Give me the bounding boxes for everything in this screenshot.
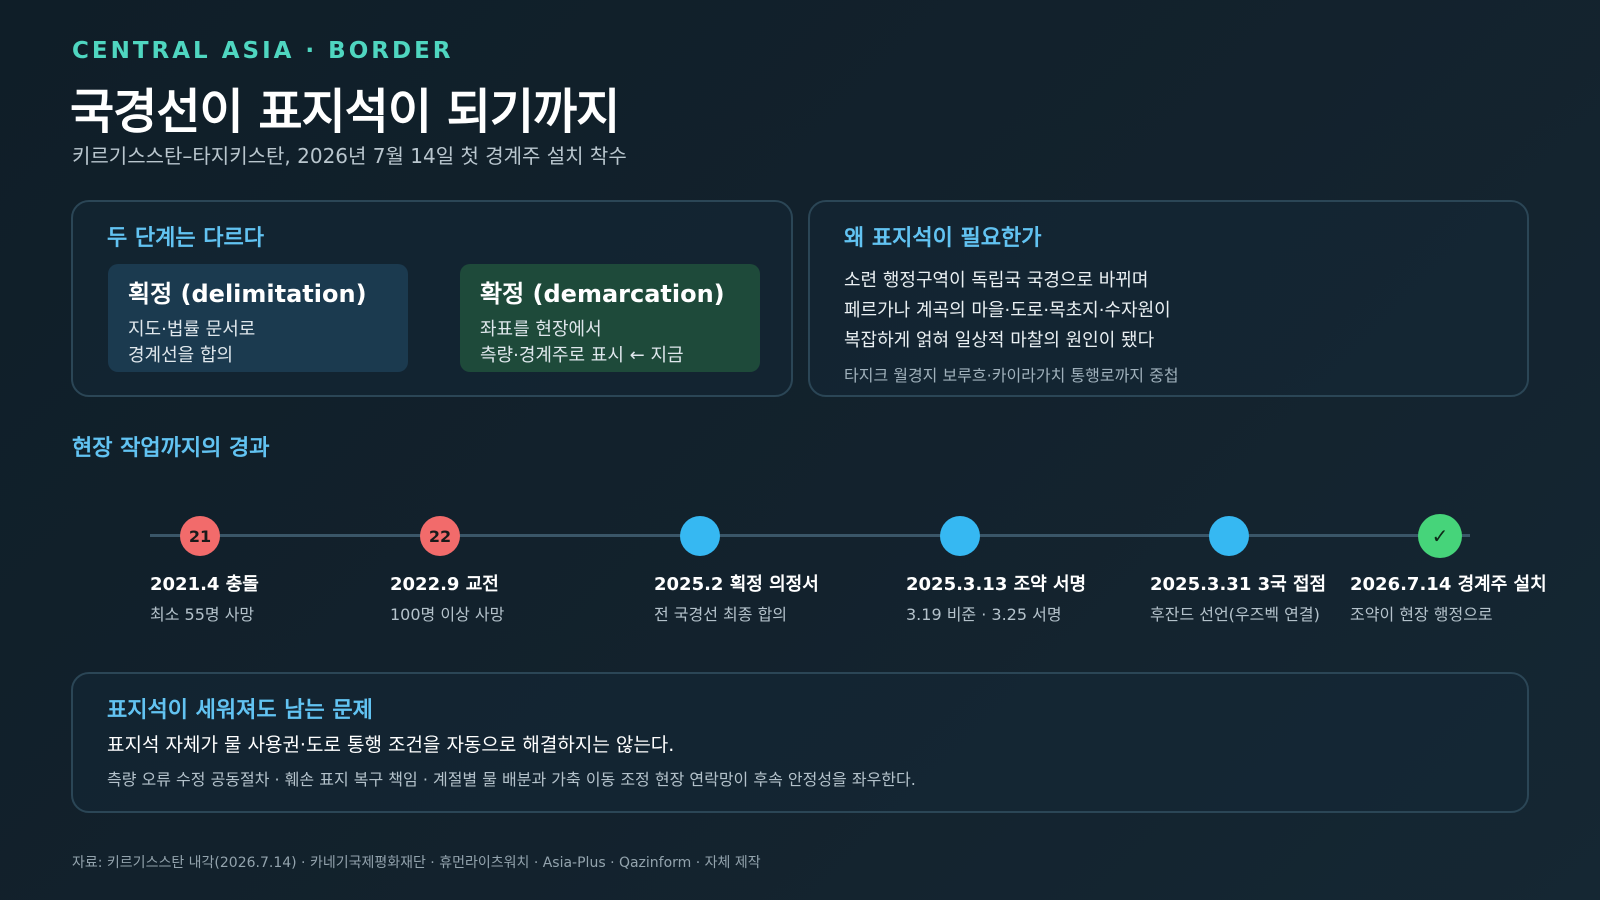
stage-line: 측량·경계주로 표시 ← 지금 (480, 345, 684, 366)
issues-card: 표지석이 세워져도 남는 문제 표지석 자체가 물 사용권·도로 통행 조건을 … (71, 672, 1529, 813)
stage-demarcation: 확정 (demarcation) 좌표를 현장에서 측량·경계주로 표시 ← 지… (460, 264, 760, 372)
stage-line: 좌표를 현장에서 (480, 319, 602, 340)
timeline-marker-2021: 21 (180, 516, 220, 556)
why-heading: 왜 표지석이 필요한가 (844, 226, 1042, 251)
timeline-event-label: 2025.2 획정 의정서 (654, 574, 819, 595)
source-note: 자료: 키르기스스탄 내각(2026.7.14) · 카네기국제평화재단 · 휴… (72, 855, 761, 871)
timeline-marker-2025-3-31 (1209, 516, 1249, 556)
timeline-event-detail: 조약이 현장 행정으로 (1350, 605, 1493, 624)
timeline-event-detail: 100명 이상 사망 (390, 605, 505, 624)
timeline-marker-2025-2 (680, 516, 720, 556)
timeline-marker-2022: 22 (420, 516, 460, 556)
stage-delimitation: 획정 (delimitation) 지도·법률 문서로 경계선을 합의 (108, 264, 408, 372)
timeline-event-detail: 후잔드 선언(우즈벡 연결) (1150, 605, 1320, 624)
timeline-marker-2025-3-13 (940, 516, 980, 556)
why-note: 타지크 월경지 보루흐·카이라가치 통행로까지 중첩 (844, 366, 1179, 385)
timeline-event-label: 2025.3.13 조약 서명 (906, 574, 1087, 595)
issues-main: 표지석 자체가 물 사용권·도로 통행 조건을 자동으로 해결하지는 않는다. (107, 734, 675, 756)
timeline-event-detail: 3.19 비준 · 3.25 서명 (906, 605, 1062, 624)
timeline-event-label: 2025.3.31 3국 접점 (1150, 574, 1327, 595)
why-line: 소련 행정구역이 독립국 국경으로 바뀌며 (844, 270, 1149, 291)
why-line: 페르가나 계곡의 마을·도로·목초지·수자원이 (844, 300, 1171, 321)
timeline-event-label: 2021.4 충돌 (150, 574, 259, 595)
timeline-event-label: 2026.7.14 경계주 설치 (1350, 574, 1547, 595)
check-icon: ✓ (1418, 514, 1462, 558)
why-card: 왜 표지석이 필요한가 소련 행정구역이 독립국 국경으로 바뀌며 페르가나 계… (808, 200, 1529, 397)
stage-line: 경계선을 합의 (128, 345, 234, 366)
issues-note: 측량 오류 수정 공동절차 · 훼손 표지 복구 책임 · 계절별 물 배분과 … (107, 770, 916, 789)
stage-line: 지도·법률 문서로 (128, 319, 256, 340)
why-lines: 소련 행정구역이 독립국 국경으로 바뀌며 페르가나 계곡의 마을·도로·목초지… (844, 266, 1171, 356)
stage-title: 확정 (demarcation) (480, 280, 725, 308)
issues-heading: 표지석이 세워져도 남는 문제 (107, 698, 373, 723)
stages-card: 두 단계는 다르다 획정 (delimitation) 지도·법률 문서로 경계… (71, 200, 793, 397)
stages-heading: 두 단계는 다르다 (107, 226, 264, 251)
timeline-event-detail: 최소 55명 사망 (150, 605, 255, 624)
why-line: 복잡하게 얽혀 일상적 마찰의 원인이 됐다 (844, 330, 1155, 351)
timeline-event-label: 2022.9 교전 (390, 574, 499, 595)
timeline-axis (150, 534, 1470, 537)
stage-title: 획정 (delimitation) (128, 280, 367, 308)
timeline-event-detail: 전 국경선 최종 합의 (654, 605, 788, 624)
timeline-title: 현장 작업까지의 경과 (72, 436, 270, 461)
page-title: 국경선이 표지석이 되기까지 (70, 84, 620, 140)
page-subtitle: 키르기스스탄–타지키스탄, 2026년 7월 14일 첫 경계주 설치 착수 (72, 144, 627, 168)
kicker: CENTRAL ASIA · BORDER (72, 38, 454, 64)
